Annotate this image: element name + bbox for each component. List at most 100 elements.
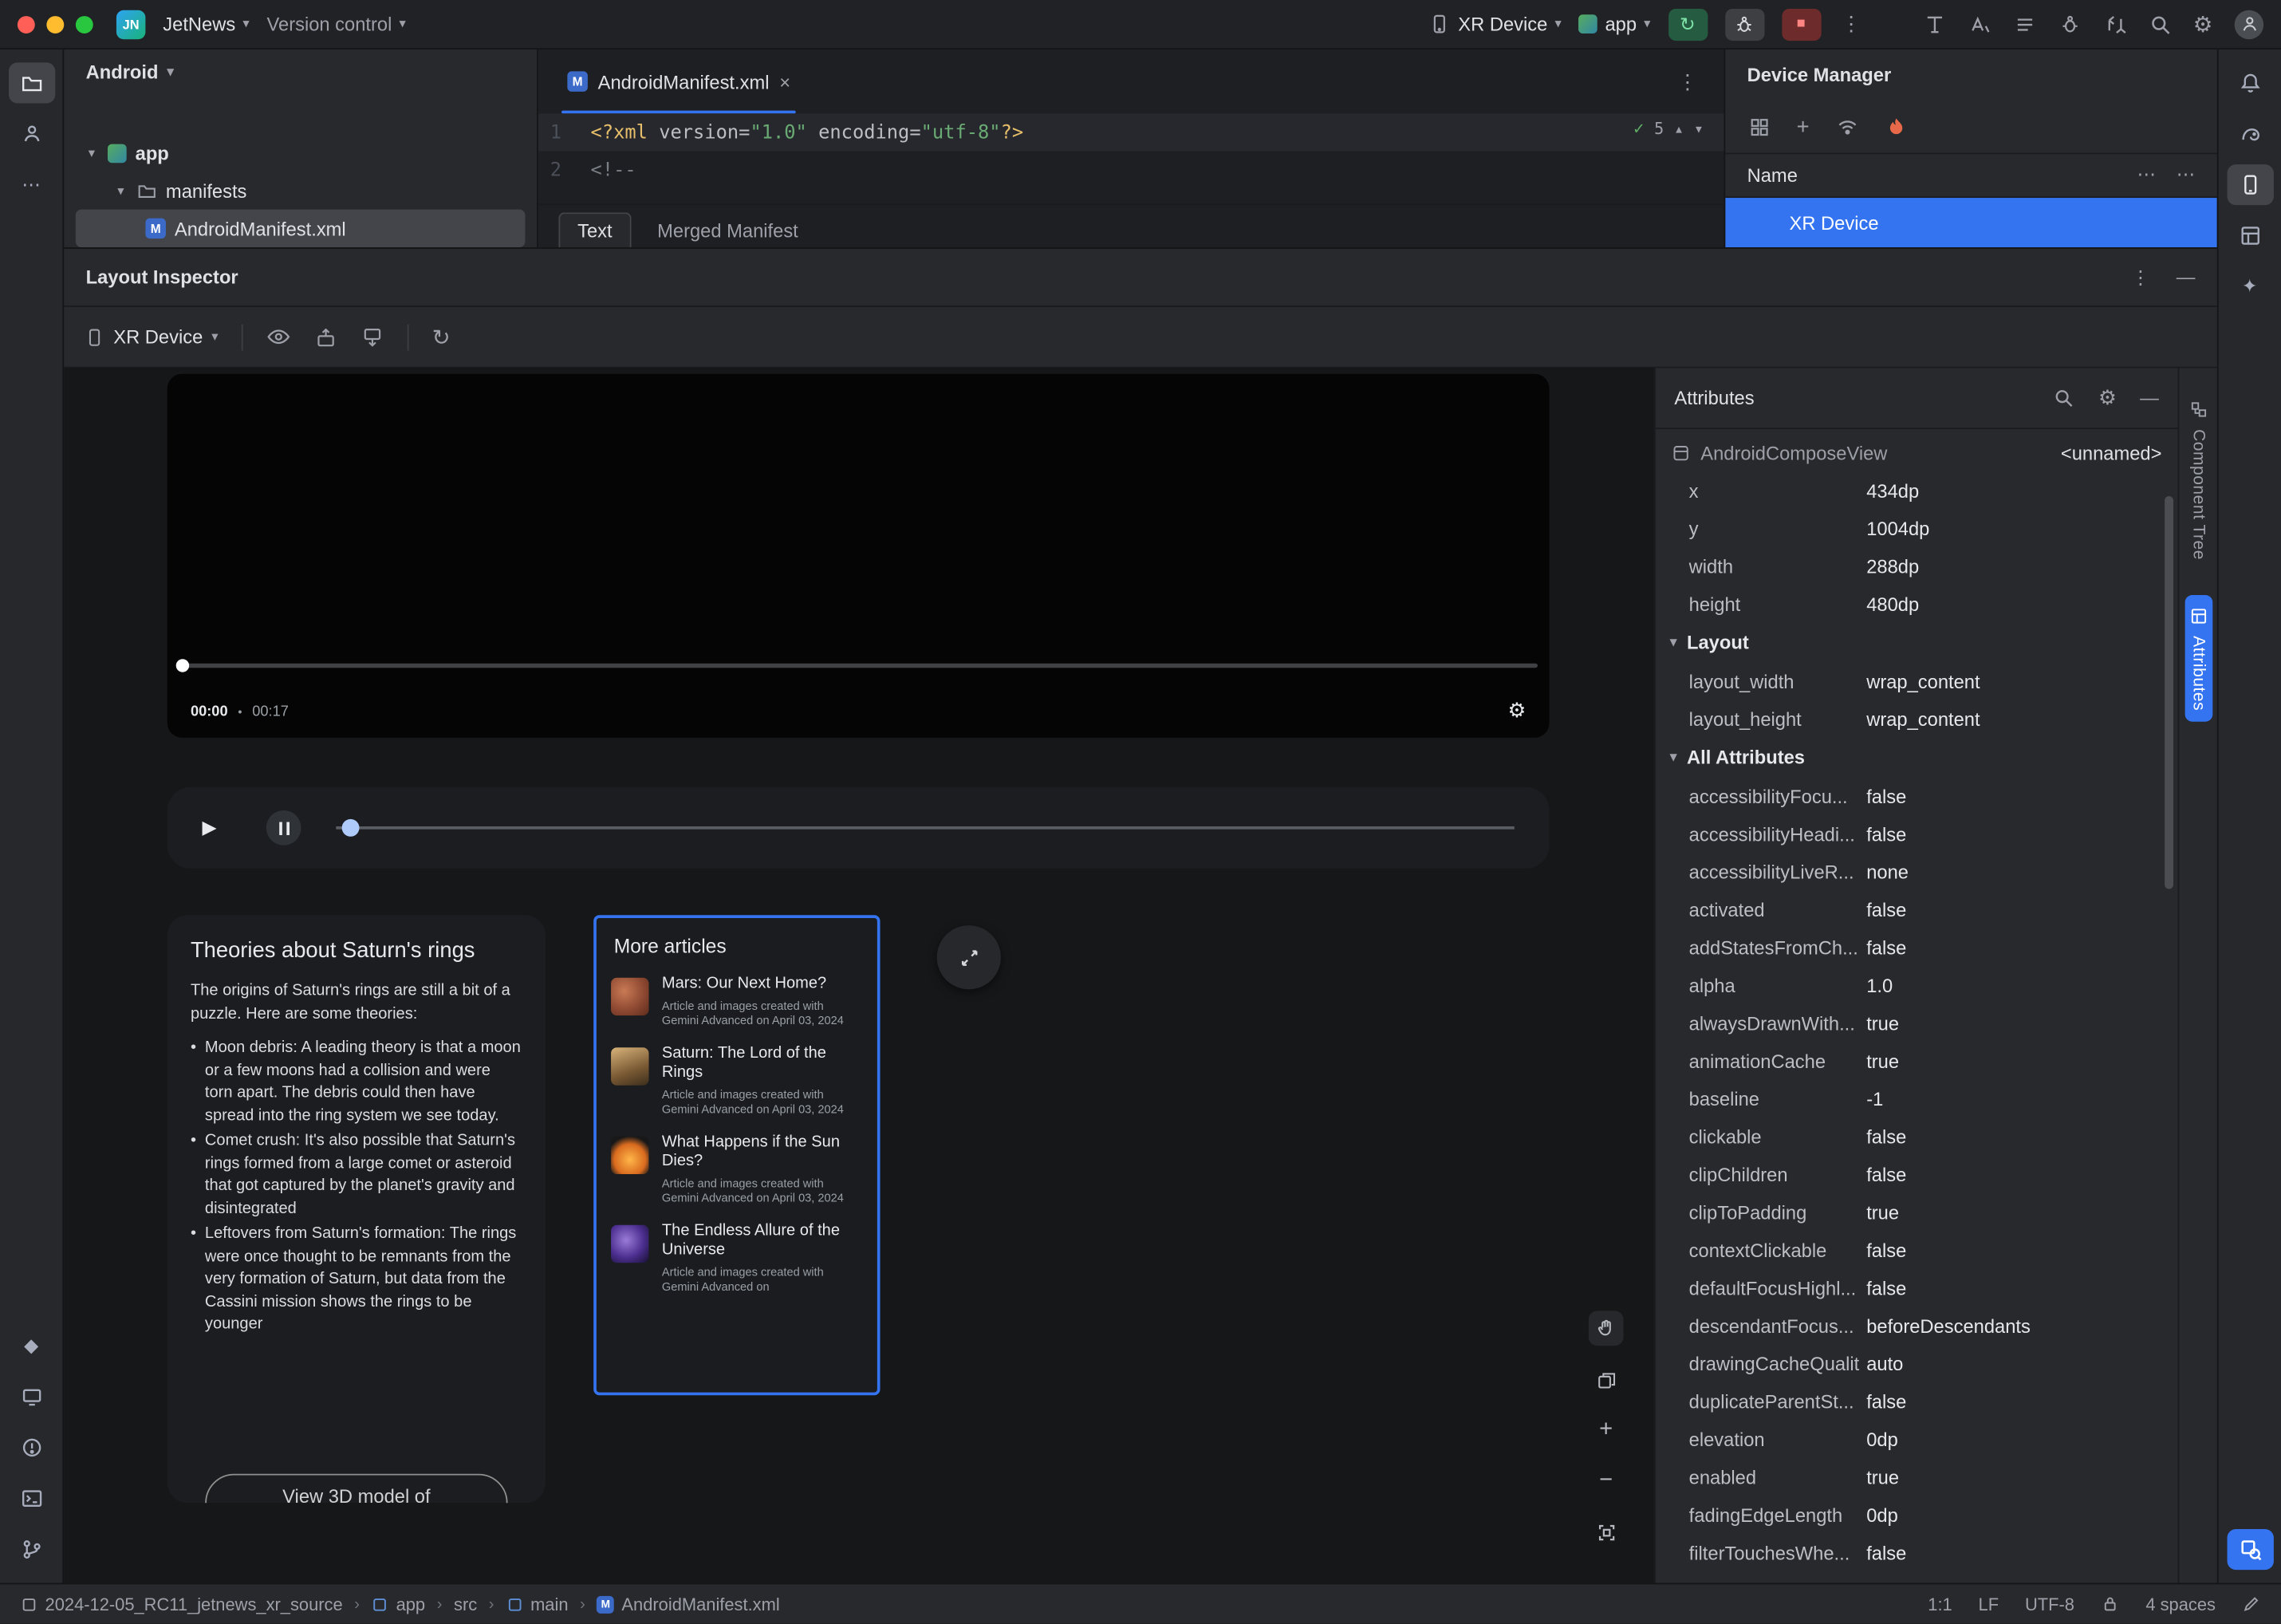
attribute-row[interactable]: y 1004dp <box>1656 509 2178 546</box>
stop-button[interactable]: ■ <box>1781 8 1821 41</box>
attribute-value[interactable]: false <box>1866 822 1906 844</box>
window-minimize-button[interactable] <box>46 15 65 34</box>
rerun-button[interactable]: ↻ <box>1668 8 1708 41</box>
attribute-value[interactable]: false <box>1866 1390 1906 1412</box>
attributes-scroll-area[interactable]: AndroidComposeView <unnamed> x 434dp y 1… <box>1656 429 2178 1583</box>
build-variants-button[interactable]: ◆ <box>8 1326 54 1366</box>
attribute-value[interactable]: false <box>1866 1239 1906 1260</box>
indent-widget[interactable]: 4 spaces <box>2145 1594 2216 1614</box>
pair-wifi-icon[interactable] <box>1835 116 1858 139</box>
scrollbar-thumb[interactable] <box>2165 495 2174 889</box>
attribute-value[interactable]: false <box>1866 1125 1906 1147</box>
expand-button[interactable] <box>936 925 1001 990</box>
running-devices-icon[interactable] <box>1923 13 1946 36</box>
attribute-row[interactable]: accessibilityLiveR... none <box>1656 853 2178 890</box>
refresh-icon[interactable]: ↻ <box>432 324 451 350</box>
more-toolwindows-button[interactable]: ⋯ <box>8 164 54 205</box>
attribute-value[interactable]: false <box>1866 1277 1906 1299</box>
breadcrumb-file[interactable]: M AndroidManifest.xml <box>597 1594 780 1614</box>
tree-node-app[interactable]: ▾ app <box>64 134 537 171</box>
attribute-value[interactable]: true <box>1866 1050 1899 1071</box>
device-selector[interactable]: XR Device ▾ <box>1429 13 1562 35</box>
firebase-icon[interactable] <box>1885 116 1906 138</box>
attribute-row[interactable]: contextClickable false <box>1656 1231 2178 1268</box>
attribute-row[interactable]: alwaysDrawnWith... true <box>1656 1004 2178 1042</box>
attribute-row[interactable]: layout_height wrap_content <box>1656 700 2178 737</box>
video-settings-icon[interactable]: ⚙ <box>1507 699 1526 723</box>
user-avatar[interactable] <box>2234 9 2264 39</box>
debug-button[interactable] <box>1724 8 1764 41</box>
video-progress-handle[interactable] <box>175 659 190 672</box>
window-zoom-button[interactable] <box>75 15 93 34</box>
tab-text[interactable]: Text <box>558 212 632 248</box>
zoom-out-icon[interactable]: − <box>1589 1464 1624 1499</box>
pause-button[interactable] <box>266 810 301 846</box>
search-everywhere-icon[interactable] <box>2148 13 2171 36</box>
encoding-widget[interactable]: UTF-8 <box>2025 1594 2074 1614</box>
audio-seek-handle[interactable] <box>341 818 360 837</box>
attribute-row[interactable]: drawingCacheQualit auto <box>1656 1344 2178 1382</box>
notifications-button[interactable] <box>2227 62 2273 103</box>
tab-options-menu[interactable]: ⋮ <box>1665 69 1709 94</box>
attribute-row[interactable]: filterTouchesWhe... false <box>1656 1533 2178 1571</box>
attribute-value[interactable]: true <box>1866 1466 1899 1488</box>
take-screenshot-icon[interactable] <box>314 325 337 349</box>
inspections-widget[interactable]: ✓ 5 ▴ ▾ <box>1633 118 1704 139</box>
breadcrumb-app[interactable]: app <box>372 1594 425 1614</box>
attribute-row[interactable]: clickable false <box>1656 1117 2178 1155</box>
layout-section-header[interactable]: ▾ Layout <box>1656 623 2178 662</box>
attribute-row[interactable]: activated false <box>1656 890 2178 928</box>
column-options-icon[interactable]: ⋯ <box>2137 164 2156 187</box>
line-ending-widget[interactable]: LF <box>1979 1594 1999 1614</box>
attribute-row[interactable]: animationCache true <box>1656 1042 2178 1079</box>
attribute-row[interactable]: clipChildren false <box>1656 1155 2178 1192</box>
all-attributes-section-header[interactable]: ▾ All Attributes <box>1656 738 2178 777</box>
audio-seek-track[interactable] <box>336 826 1515 830</box>
pen-icon[interactable] <box>2242 1594 2261 1614</box>
vcs-menu[interactable]: Version control ▾ <box>267 13 406 34</box>
inspector-device-selector[interactable]: XR Device ▾ <box>85 326 219 348</box>
attribute-value[interactable]: false <box>1866 936 1906 958</box>
search-icon[interactable] <box>2053 387 2074 408</box>
view-3d-model-button[interactable]: View 3D model of <box>205 1473 508 1504</box>
attribute-value[interactable]: 0dp <box>1866 1504 1898 1525</box>
chevron-down-icon[interactable]: ▾ <box>85 144 99 160</box>
attribute-row[interactable]: height 480dp <box>1656 585 2178 622</box>
hide-panel-icon[interactable]: — <box>2140 387 2159 408</box>
lock-icon[interactable] <box>2101 1594 2120 1614</box>
next-problem-icon[interactable]: ▾ <box>1694 119 1704 138</box>
attribute-value[interactable]: false <box>1866 898 1906 920</box>
attributes-settings-icon[interactable]: ⚙ <box>2098 385 2117 410</box>
attribute-value[interactable]: true <box>1866 1012 1899 1034</box>
attribute-row[interactable]: enabled true <box>1656 1458 2178 1496</box>
group-devices-icon[interactable] <box>1748 116 1770 138</box>
add-device-icon[interactable]: + <box>1797 115 1810 140</box>
close-icon[interactable]: × <box>779 70 790 92</box>
attribute-value[interactable]: wrap_content <box>1866 708 1980 729</box>
pan-mode-icon[interactable] <box>1588 1311 1624 1346</box>
tab-merged-manifest[interactable]: Merged Manifest <box>640 214 815 247</box>
attribute-value[interactable]: 0dp <box>1866 1428 1898 1449</box>
attribute-value[interactable]: 480dp <box>1866 593 1919 614</box>
layout-inspector-toolwindow-button[interactable] <box>2226 1529 2273 1571</box>
zoom-in-icon[interactable]: + <box>1589 1413 1624 1448</box>
code-editor[interactable]: 1 <?xml version="1.0" encoding="utf-8"?>… <box>538 113 1724 203</box>
article-list-item[interactable]: Mars: Our Next Home? Article and images … <box>611 975 863 1028</box>
attribute-row[interactable]: fadingEdgeLength 0dp <box>1656 1496 2178 1533</box>
audio-player-bar[interactable]: ▶ <box>167 786 1550 869</box>
attribute-value[interactable]: -1 <box>1866 1087 1883 1109</box>
editor-tab-manifest[interactable]: M AndroidManifest.xml × <box>553 49 805 114</box>
attribute-value[interactable]: beforeDescendants <box>1866 1315 2031 1336</box>
video-player[interactable]: 00:00 • 00:17 ⚙ <box>167 373 1550 738</box>
tab-attributes[interactable]: Attributes <box>2184 594 2212 723</box>
attribute-row[interactable]: width 288dp <box>1656 547 2178 585</box>
attribute-row[interactable]: layout_width wrap_content <box>1656 662 2178 700</box>
running-devices-toolwindow-button[interactable] <box>8 1377 54 1417</box>
layers-3d-icon[interactable] <box>1589 1362 1624 1397</box>
project-toolwindow-button[interactable] <box>8 62 55 104</box>
profiler-icon[interactable] <box>2058 13 2081 36</box>
video-progress-track[interactable] <box>179 663 1538 668</box>
attribute-row[interactable]: accessibilityHeadi... false <box>1656 814 2178 852</box>
attribute-row[interactable]: descendantFocus... beforeDescendants <box>1656 1307 2178 1344</box>
project-menu[interactable]: JetNews ▾ <box>163 13 249 34</box>
